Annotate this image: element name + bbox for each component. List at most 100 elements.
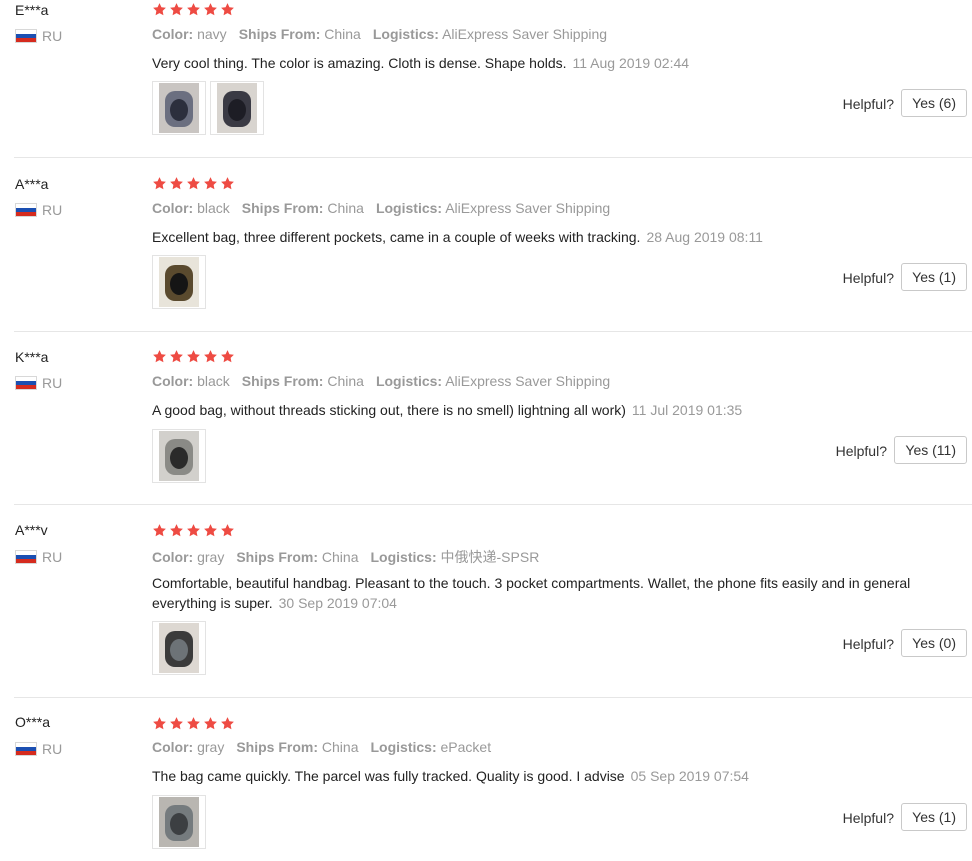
ships-from-attribute-label: Ships From: xyxy=(241,200,324,216)
order-attributes: Color: navy Ships From: China Logistics: A… xyxy=(152,26,619,42)
logistics-attribute-label: Logistics: xyxy=(372,26,439,42)
review-images xyxy=(152,795,206,849)
star-icon xyxy=(203,2,217,16)
review-images xyxy=(152,255,206,309)
ships-from-attribute-label: Ships From: xyxy=(241,373,324,389)
color-attribute: Color: black xyxy=(152,373,230,389)
reviewer-country: RU xyxy=(15,202,62,218)
review-date: 30 Sep 2019 07:04 xyxy=(278,595,397,611)
star-icon xyxy=(220,2,234,16)
ships-from-attribute-value: China xyxy=(321,549,359,565)
review-photo-thumbnail[interactable] xyxy=(152,429,206,483)
logistics-attribute: Logistics: 中俄快递-SPSR xyxy=(371,549,540,565)
star-rating xyxy=(152,523,234,537)
country-code: RU xyxy=(42,741,63,757)
color-attribute: Color: black xyxy=(152,200,230,216)
star-icon xyxy=(220,176,234,190)
review-body: Comfortable, beautiful handbag. Pleasant… xyxy=(152,575,911,611)
country-code: RU xyxy=(42,549,63,565)
review-date: 05 Sep 2019 07:54 xyxy=(630,768,749,784)
helpful-yes-button[interactable]: Yes (1) xyxy=(901,803,967,831)
reviewer-name: A***v xyxy=(15,522,48,538)
star-icon xyxy=(203,523,217,537)
helpful-yes-button[interactable]: Yes (6) xyxy=(901,89,967,117)
logistics-attribute-value: ePacket xyxy=(440,739,492,755)
review-divider xyxy=(14,157,972,158)
helpful-label: Helpful? xyxy=(835,443,887,459)
color-attribute-value: gray xyxy=(197,739,225,755)
color-attribute-label: Color: xyxy=(152,26,194,42)
star-icon xyxy=(203,176,217,190)
reviewer-name: E***a xyxy=(15,2,49,18)
logistics-attribute-value: AliExpress Saver Shipping xyxy=(445,200,611,216)
review-images xyxy=(152,621,206,675)
color-attribute: Color: gray xyxy=(152,549,224,565)
review-divider xyxy=(14,331,972,332)
color-attribute-label: Color: xyxy=(152,200,194,216)
review-text: A good bag, without threads sticking out… xyxy=(152,400,922,420)
reviewer-name: O***a xyxy=(15,714,51,730)
helpful-yes-button[interactable]: Yes (11) xyxy=(894,436,967,464)
russia-flag-icon xyxy=(15,376,37,390)
helpful-yes-button[interactable]: Yes (0) xyxy=(901,629,967,657)
ships-from-attribute-value: China xyxy=(324,26,361,42)
review-photo-thumbnail[interactable] xyxy=(152,795,206,849)
review-photo-thumbnail[interactable] xyxy=(152,81,206,135)
review-divider xyxy=(14,697,972,698)
review-date: 28 Aug 2019 08:11 xyxy=(646,229,763,245)
ships-from-attribute: Ships From: China xyxy=(242,200,364,216)
logistics-attribute: Logistics: AliExpress Saver Shipping xyxy=(376,200,610,216)
logistics-attribute: Logistics: ePacket xyxy=(371,739,492,755)
logistics-attribute-value: AliExpress Saver Shipping xyxy=(442,26,608,42)
review-images xyxy=(152,81,264,135)
helpful-label: Helpful? xyxy=(842,810,894,826)
reviewer-country: RU xyxy=(15,549,62,565)
star-icon xyxy=(203,716,217,730)
logistics-attribute: Logistics: AliExpress Saver Shipping xyxy=(376,373,610,389)
reviewer-country: RU xyxy=(15,741,62,757)
helpful-label: Helpful? xyxy=(842,636,894,652)
color-attribute: Color: gray xyxy=(152,739,224,755)
review-body: Very cool thing. The color is amazing. C… xyxy=(152,55,567,71)
star-icon xyxy=(186,176,200,190)
review-date: 11 Jul 2019 01:35 xyxy=(631,402,743,418)
star-rating xyxy=(152,716,234,730)
star-icon xyxy=(169,176,183,190)
star-rating xyxy=(152,349,234,363)
ships-from-attribute-label: Ships From: xyxy=(238,26,321,42)
logistics-attribute-label: Logistics: xyxy=(370,549,437,565)
ships-from-attribute: Ships From: China xyxy=(242,373,364,389)
star-icon xyxy=(169,716,183,730)
reviewer-name: K***a xyxy=(15,349,49,365)
star-icon xyxy=(186,716,200,730)
order-attributes: Color: black Ships From: China Logistics: … xyxy=(152,200,622,216)
country-code: RU xyxy=(42,202,63,218)
star-icon xyxy=(152,2,166,16)
ships-from-attribute: Ships From: China xyxy=(236,739,358,755)
helpful-label: Helpful? xyxy=(842,96,894,112)
star-rating xyxy=(152,176,234,190)
color-attribute-label: Color: xyxy=(152,549,194,565)
ships-from-attribute-value: China xyxy=(327,200,364,216)
review-photo-thumbnail[interactable] xyxy=(152,621,206,675)
star-icon xyxy=(169,349,183,363)
logistics-attribute-value: 中俄快递-SPSR xyxy=(440,549,540,565)
review-photo-thumbnail[interactable] xyxy=(210,81,264,135)
review-photo-thumbnail[interactable] xyxy=(152,255,206,309)
review-divider xyxy=(14,504,972,505)
helpful-yes-button[interactable]: Yes (1) xyxy=(901,263,967,291)
logistics-attribute-label: Logistics: xyxy=(375,373,443,389)
star-icon xyxy=(220,523,234,537)
star-icon xyxy=(220,349,234,363)
russia-flag-icon xyxy=(15,742,37,756)
reviewer-country: RU xyxy=(15,28,62,44)
star-icon xyxy=(203,349,217,363)
order-attributes: Color: gray Ships From: China Logistics: e… xyxy=(152,739,503,755)
country-code: RU xyxy=(42,28,63,44)
logistics-attribute-label: Logistics: xyxy=(370,739,437,755)
reviewer-country: RU xyxy=(15,375,62,391)
review-text: Excellent bag, three different pockets, … xyxy=(152,227,922,247)
star-icon xyxy=(186,2,200,16)
review-body: A good bag, without threads sticking out… xyxy=(152,402,626,418)
star-icon xyxy=(152,523,166,537)
